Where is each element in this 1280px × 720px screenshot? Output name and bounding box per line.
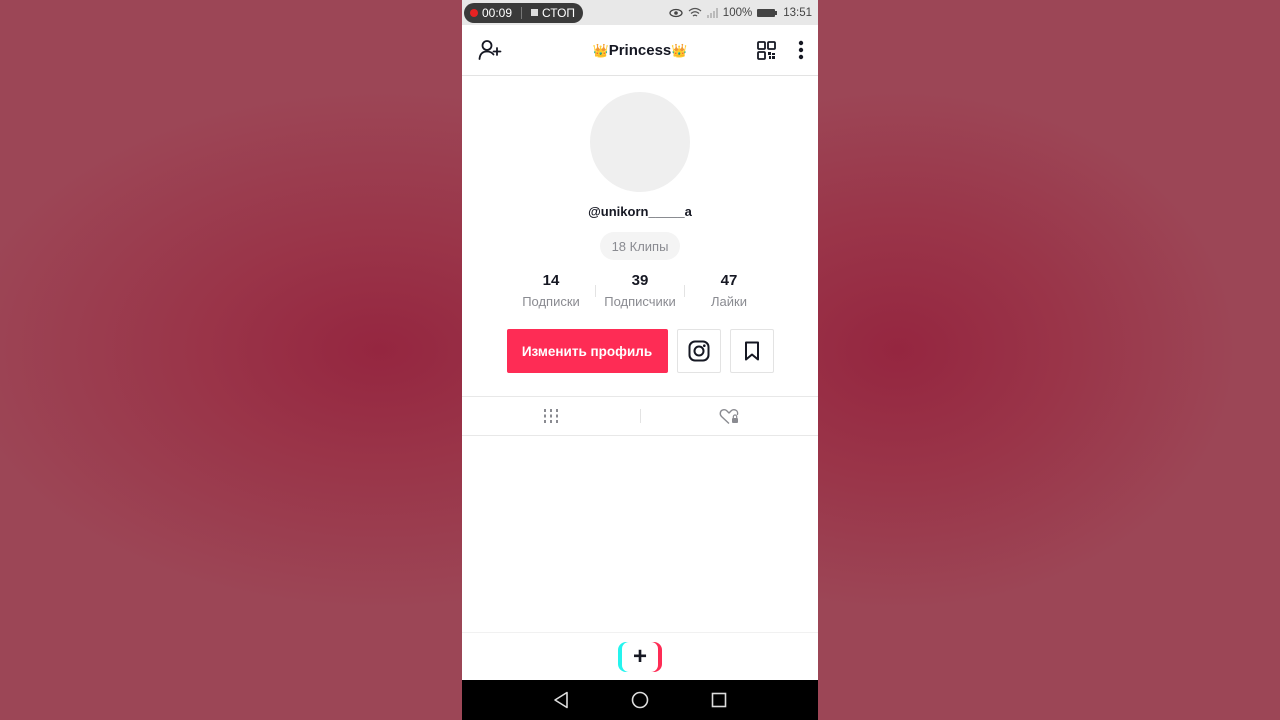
crown-icon: 👑 <box>671 42 688 58</box>
back-button[interactable] <box>553 691 569 709</box>
home-icon <box>631 691 649 709</box>
stat-value: 47 <box>720 272 738 289</box>
recents-icon <box>711 692 727 708</box>
add-friend-button[interactable] <box>478 39 502 61</box>
status-bar: 00:09 СТОП 100% 13:51 <box>462 0 818 25</box>
username: @unikorn_____a <box>588 204 692 219</box>
instagram-button[interactable] <box>676 329 721 373</box>
edit-profile-button[interactable]: Изменить профиль <box>506 329 668 373</box>
background-right <box>818 0 1280 720</box>
title-text: Princess <box>608 41 672 59</box>
grid-videos-icon <box>543 409 558 423</box>
record-dot-icon <box>470 8 478 17</box>
system-nav-bar <box>462 680 818 720</box>
home-button[interactable] <box>631 691 649 709</box>
more-options-button[interactable] <box>798 40 804 60</box>
crown-icon: 👑 <box>592 42 609 58</box>
profile-stats: 14 Подписки 39 Подписчики 47 Лайки <box>507 272 773 309</box>
stat-likes[interactable]: 47 Лайки <box>685 272 773 309</box>
battery-percent: 100% <box>722 6 753 19</box>
more-vertical-icon <box>798 40 804 60</box>
stat-value: 14 <box>542 272 560 289</box>
phone-screen: 00:09 СТОП 100% 13:51 👑Princess👑 @unikor… <box>462 0 818 720</box>
status-icons: 100% 13:51 <box>669 7 812 19</box>
clips-badge[interactable]: 18 Клипы <box>599 232 681 260</box>
eye-icon <box>669 8 683 17</box>
qr-code-button[interactable] <box>757 40 776 60</box>
bookmark-icon <box>744 341 759 361</box>
bottom-bar: + <box>462 632 818 680</box>
add-user-icon <box>478 40 502 60</box>
battery-icon <box>757 8 778 17</box>
screen-recorder-pill[interactable]: 00:09 СТОП <box>464 2 584 23</box>
profile-section: @unikorn_____a 18 Клипы 14 Подписки 39 П… <box>462 76 818 436</box>
back-icon <box>554 691 568 709</box>
stat-value: 39 <box>631 272 649 289</box>
tab-videos[interactable] <box>462 397 640 435</box>
favorites-button[interactable] <box>729 329 774 373</box>
stop-label[interactable]: СТОП <box>542 6 575 20</box>
profile-header: 👑Princess👑 <box>462 25 818 76</box>
liked-private-icon <box>719 408 739 424</box>
avatar[interactable] <box>590 92 690 192</box>
plus-icon: + <box>622 641 658 672</box>
signal-icon <box>706 7 718 18</box>
qr-code-icon <box>757 40 776 60</box>
stat-label: Лайки <box>711 294 747 309</box>
clock: 13:51 <box>783 6 812 19</box>
profile-actions: Изменить профиль <box>506 329 774 373</box>
stat-label: Подписчики <box>604 294 676 309</box>
stat-followers[interactable]: 39 Подписчики <box>596 272 684 309</box>
stop-icon <box>531 9 539 16</box>
wifi-icon <box>688 7 702 17</box>
create-video-button[interactable]: + <box>618 641 662 672</box>
recents-button[interactable] <box>711 692 727 708</box>
instagram-icon <box>688 340 709 362</box>
stat-label: Подписки <box>522 294 580 309</box>
content-tabs <box>462 396 818 436</box>
tab-liked[interactable] <box>641 397 819 435</box>
stat-following[interactable]: 14 Подписки <box>507 272 595 309</box>
divider <box>521 6 523 19</box>
recording-time: 00:09 <box>482 5 513 20</box>
